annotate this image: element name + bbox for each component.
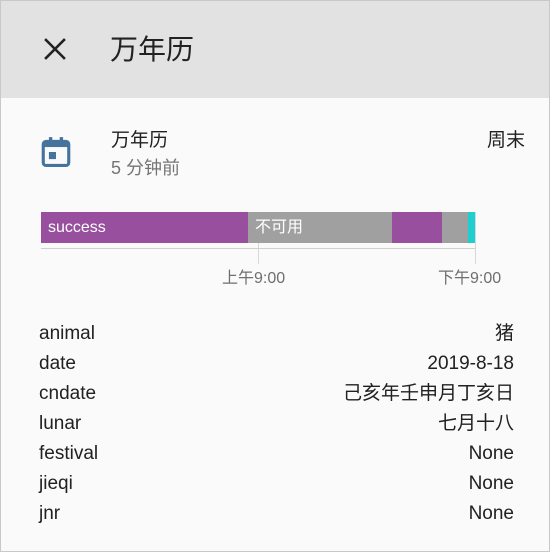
- history-timeline[interactable]: success 不可用: [41, 212, 475, 243]
- timeline-tick-line: [475, 212, 476, 264]
- timeline-segment[interactable]: [392, 212, 442, 243]
- timeline-tick-label: 上午9:00: [222, 270, 286, 287]
- attribute-row: animal 猪: [39, 319, 514, 349]
- attribute-row: lunar 七月十八: [39, 409, 514, 439]
- calendar-icon: [41, 137, 71, 168]
- close-icon: [44, 38, 66, 60]
- dialog-header: 万年历: [1, 1, 549, 98]
- entity-state: 周末: [486, 130, 525, 151]
- attribute-row: cndate 己亥年壬申月丁亥日: [39, 379, 514, 409]
- timeline-segment[interactable]: [468, 212, 475, 243]
- attribute-key: lunar: [39, 413, 82, 434]
- attribute-key: jieqi: [39, 473, 73, 494]
- attribute-key: jnr: [39, 503, 61, 524]
- close-button[interactable]: [35, 29, 75, 69]
- attribute-row: festival None: [39, 439, 514, 469]
- attribute-value: None: [468, 443, 514, 464]
- attribute-value: 七月十八: [437, 413, 514, 434]
- attribute-row: jnr None: [39, 499, 514, 529]
- timeline-tick-label: 下午9:00: [438, 270, 502, 287]
- attribute-row: date 2019-8-18: [39, 349, 514, 379]
- timeline-segment[interactable]: success: [41, 212, 248, 243]
- attribute-value: 猪: [494, 323, 514, 344]
- last-changed: 5 分钟前: [111, 158, 181, 178]
- attribute-row: jieqi None: [39, 469, 514, 499]
- attribute-key: date: [39, 353, 76, 374]
- attribute-key: festival: [39, 443, 99, 464]
- attribute-value: 2019-8-18: [427, 353, 514, 374]
- timeline-axis: [41, 248, 475, 249]
- dialog-title: 万年历: [110, 34, 195, 65]
- entity-state-row: 万年历 5 分钟前 周末: [1, 117, 549, 187]
- attribute-value: None: [468, 473, 514, 494]
- timeline-segment[interactable]: 不可用: [248, 212, 392, 243]
- attribute-key: animal: [39, 323, 95, 344]
- attribute-value: 己亥年壬申月丁亥日: [342, 383, 514, 404]
- attribute-key: cndate: [39, 383, 97, 404]
- entity-name: 万年历: [111, 130, 169, 151]
- attributes-list: animal 猪 date 2019-8-18 cndate 己亥年壬申月丁亥日…: [39, 319, 514, 529]
- timeline-segment[interactable]: [442, 212, 468, 243]
- attribute-value: None: [468, 503, 514, 524]
- more-info-dialog: 万年历 万年历 5 分钟前 周末 success 不可用 上午9:00 下午9:…: [0, 0, 550, 552]
